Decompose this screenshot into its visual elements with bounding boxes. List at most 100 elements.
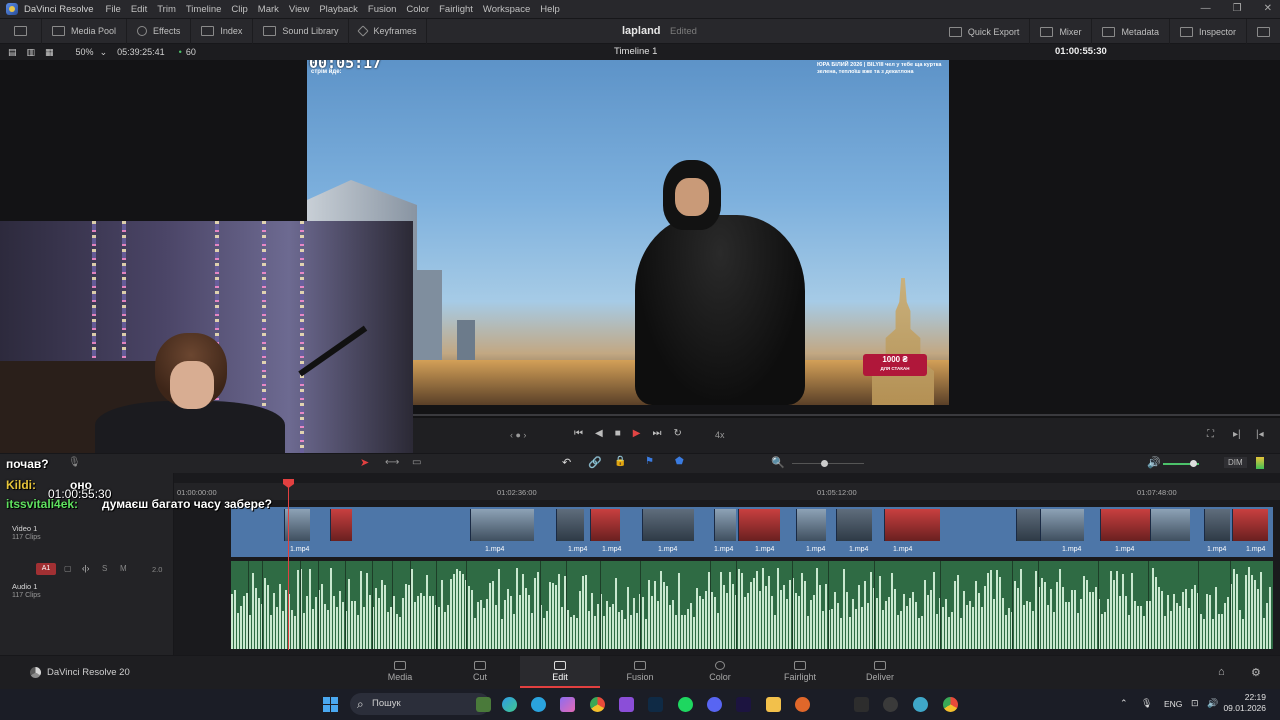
viewer-zoom[interactable]: 50% — [76, 47, 94, 57]
workspace-toggle-button[interactable] — [0, 18, 42, 44]
maximize-icon[interactable]: ❐ — [1233, 3, 1242, 14]
clip-thumbnail[interactable] — [556, 509, 584, 541]
clip-thumbnail[interactable] — [1016, 509, 1040, 541]
timeline-ruler[interactable] — [174, 483, 1280, 500]
menu-fusion[interactable]: Fusion — [368, 4, 397, 15]
snapping-icon[interactable]: ↶ — [562, 456, 571, 469]
chrome-icon[interactable] — [590, 697, 605, 712]
clip-thumbnail[interactable] — [590, 509, 620, 541]
scrub-bar[interactable] — [413, 414, 1280, 416]
video-track-name[interactable]: Video 1 — [12, 524, 37, 533]
tray-mic-icon[interactable]: 🎙 — [1141, 698, 1152, 709]
clip-thumbnail[interactable] — [836, 509, 872, 541]
zoom-icon[interactable]: 🔍 — [771, 456, 785, 469]
list-view-icon[interactable]: ▥ — [27, 47, 36, 58]
clip-thumbnail[interactable] — [796, 509, 826, 541]
blade-tool-icon[interactable]: ▭ — [412, 457, 421, 468]
speaker-icon[interactable]: 🔊 — [1207, 698, 1218, 709]
menu-clip[interactable]: Clip — [231, 4, 247, 15]
audio-track-badge[interactable]: A1 — [36, 563, 56, 575]
menu-edit[interactable]: Edit — [131, 4, 147, 15]
prev-clip-icon[interactable]: |◂ — [1256, 429, 1264, 440]
copilot-icon[interactable] — [560, 697, 575, 712]
davinci-taskbar-icon[interactable] — [883, 697, 898, 712]
tray-chevron-icon[interactable]: ⌃ — [1120, 698, 1128, 709]
menu-color[interactable]: Color — [406, 4, 429, 15]
audio-track-clips[interactable] — [231, 561, 1273, 649]
menu-trim[interactable]: Trim — [157, 4, 176, 15]
jog-control[interactable]: ‹ ● › — [510, 430, 526, 440]
taskbar-search[interactable]: Пошук — [350, 693, 490, 715]
menu-help[interactable]: Help — [540, 4, 560, 15]
chevron-down-icon[interactable]: ⌄ — [100, 47, 108, 58]
language-indicator[interactable]: ENG — [1164, 699, 1182, 709]
clip-thumbnail[interactable] — [714, 509, 736, 541]
playback-speed[interactable]: 4x — [715, 430, 725, 440]
keyframes-button[interactable]: Keyframes — [349, 18, 428, 44]
clip-thumbnail[interactable] — [1232, 509, 1268, 541]
link-icon[interactable]: 🔗 — [588, 456, 602, 469]
home-icon[interactable]: ⌂ — [1218, 666, 1225, 678]
menu-view[interactable]: View — [289, 4, 309, 15]
lock-icon[interactable]: 🔒 — [614, 456, 626, 467]
volume-icon[interactable]: 🔊 — [1147, 456, 1161, 469]
premiere-icon[interactable] — [736, 697, 751, 712]
mixer-button[interactable]: Mixer — [1030, 19, 1093, 44]
go-to-start-icon[interactable]: ⏮ — [574, 428, 583, 439]
fullscreen-icon[interactable]: ⛶ — [1207, 429, 1214, 440]
inspector-button[interactable]: Inspector — [1170, 19, 1247, 44]
telegram-icon[interactable] — [531, 697, 546, 712]
metadata-button[interactable]: Metadata — [1092, 19, 1170, 44]
quick-export-button[interactable]: Quick Export — [939, 19, 1031, 44]
close-icon[interactable]: ✕ — [1264, 3, 1272, 14]
solo-button[interactable]: S — [102, 564, 107, 573]
app-icon[interactable] — [854, 697, 869, 712]
loop-icon[interactable]: ↻ — [673, 428, 681, 439]
edge-icon[interactable] — [502, 697, 517, 712]
media-pool-button[interactable]: Media Pool — [42, 18, 128, 44]
clip-thumbnail[interactable] — [1150, 509, 1190, 541]
menu-file[interactable]: File — [106, 4, 121, 15]
settings-gear-icon[interactable]: ⚙ — [1251, 666, 1261, 679]
grid-view-icon[interactable]: ▤ — [8, 47, 17, 58]
flag-icon[interactable]: ⚑ — [645, 456, 654, 467]
page-tab-media[interactable]: Media — [360, 656, 440, 688]
zoom-slider[interactable] — [792, 463, 864, 464]
zoom-slider-knob[interactable] — [821, 460, 828, 467]
marker-icon[interactable]: ⬟ — [675, 456, 684, 467]
track-link-icon[interactable]: ‹|› — [82, 564, 89, 573]
file-explorer-icon[interactable] — [766, 697, 781, 712]
playhead[interactable] — [288, 481, 289, 650]
sound-library-button[interactable]: Sound Library — [253, 18, 350, 44]
page-tab-deliver[interactable]: Deliver — [840, 656, 920, 688]
audio-track-name[interactable]: Audio 1 — [12, 582, 37, 591]
film-strip-icon[interactable]: ▦ — [45, 47, 54, 58]
network-icon[interactable]: ⊡ — [1191, 698, 1199, 709]
clip-thumbnail[interactable] — [1204, 509, 1230, 541]
menu-mark[interactable]: Mark — [258, 4, 279, 15]
clip-thumbnail[interactable] — [884, 509, 940, 541]
page-tab-fusion[interactable]: Fusion — [600, 656, 680, 688]
volume-knob[interactable] — [1190, 460, 1197, 467]
taskbar-app-icon[interactable] — [476, 697, 491, 712]
chrome-icon[interactable] — [943, 697, 958, 712]
clip-thumbnail[interactable] — [642, 509, 694, 541]
track-lock-icon[interactable]: ▢ — [64, 564, 72, 573]
stop-icon[interactable]: ■ — [615, 428, 621, 439]
dim-button[interactable]: DIM — [1224, 457, 1247, 468]
windows-start-icon[interactable] — [323, 697, 338, 712]
page-tab-fairlight[interactable]: Fairlight — [760, 656, 840, 688]
twitch-icon[interactable] — [619, 697, 634, 712]
layout-toggle-button[interactable] — [1247, 19, 1280, 44]
mic-icon[interactable]: 🎙 — [68, 457, 81, 468]
page-tab-cut[interactable]: Cut — [440, 656, 520, 688]
trim-tool-icon[interactable]: ⟷ — [385, 457, 399, 468]
page-tab-edit[interactable]: Edit — [520, 656, 600, 688]
app-icon[interactable] — [913, 697, 928, 712]
menu-fairlight[interactable]: Fairlight — [439, 4, 473, 15]
index-button[interactable]: Index — [191, 18, 254, 44]
menu-workspace[interactable]: Workspace — [483, 4, 530, 15]
play-icon[interactable]: ▶ — [633, 428, 641, 439]
clip-thumbnail[interactable] — [330, 509, 352, 541]
timeline-name[interactable]: Timeline 1 — [614, 46, 657, 57]
